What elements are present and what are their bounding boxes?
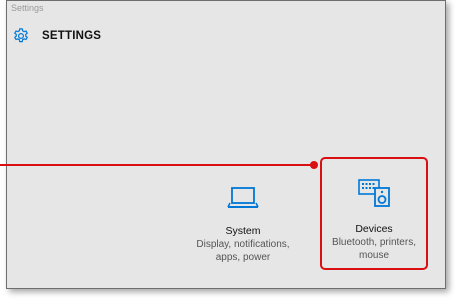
settings-header: SETTINGS — [12, 26, 101, 46]
settings-window: Settings SETTINGS System Display, notifi… — [6, 0, 446, 289]
window-title: Settings — [11, 3, 44, 13]
devices-tile-description-line1: Bluetooth, printers, — [332, 237, 416, 248]
system-tile-title: System — [225, 225, 261, 237]
devices-tile-title: Devices — [355, 223, 393, 235]
laptop-icon — [226, 186, 260, 215]
page-title: SETTINGS — [42, 30, 102, 42]
system-tile-description-line2: apps, power — [215, 252, 271, 263]
devices-tile-description-line2: mouse — [358, 250, 389, 261]
devices-tile[interactable]: Devices Bluetooth, printers, mouse — [320, 157, 428, 270]
system-tile-description-line1: Display, notifications, — [196, 239, 290, 250]
callout-dot — [310, 161, 318, 169]
devices-icon — [357, 174, 391, 213]
gear-icon — [12, 27, 30, 45]
system-tile[interactable]: System Display, notifications, apps, pow… — [169, 175, 317, 264]
callout-line — [0, 164, 314, 166]
screenshot-stage: Settings SETTINGS System Display, notifi… — [0, 0, 455, 303]
